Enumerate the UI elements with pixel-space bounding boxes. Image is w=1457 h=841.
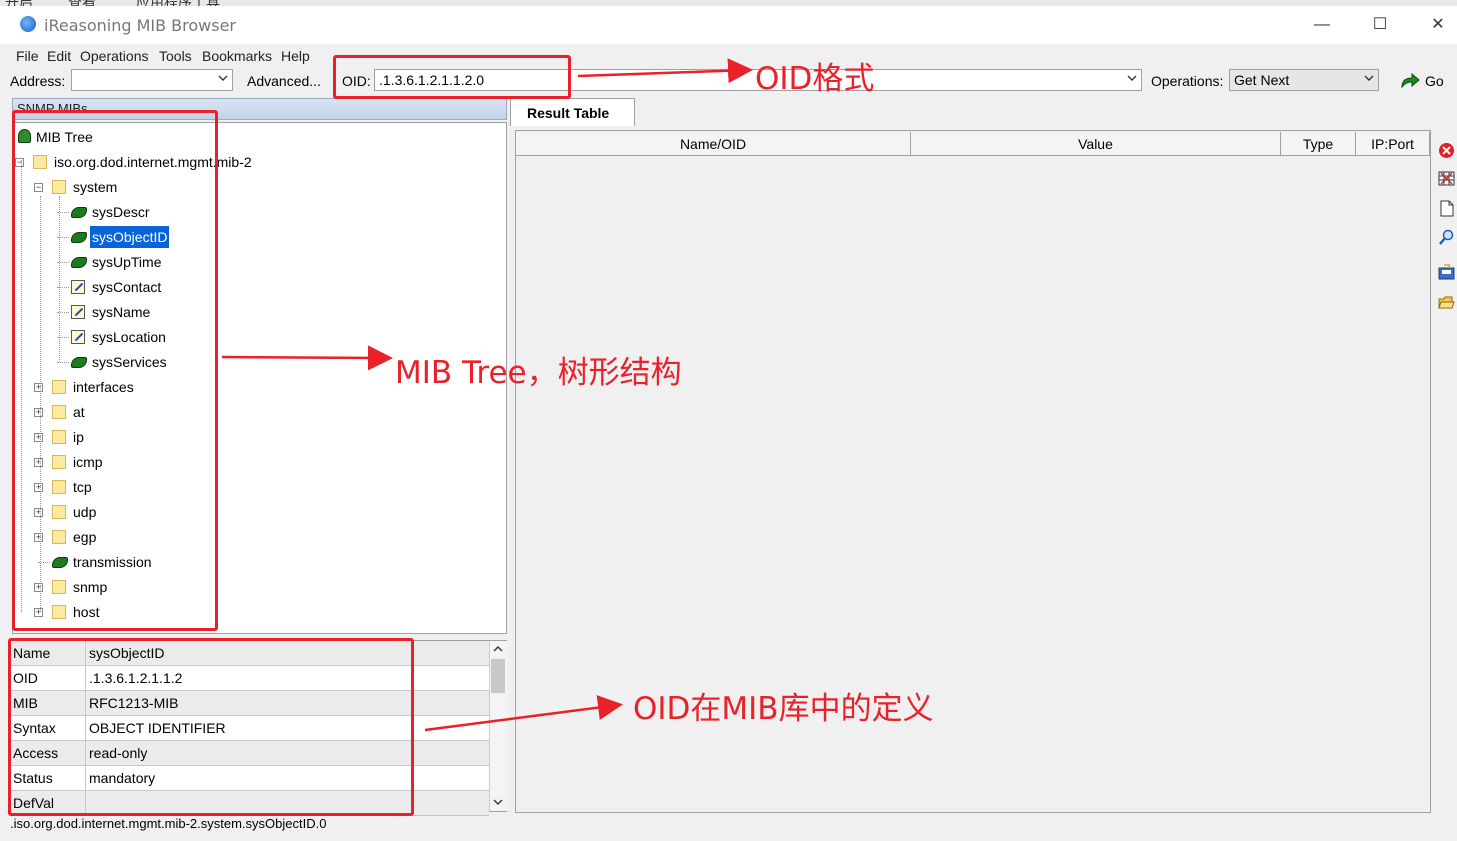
annotation-oid-format: OID格式 — [755, 61, 875, 97]
annotation-mib-tree: MIB Tree，树形结构 — [395, 355, 682, 391]
annotation-oid-definition: OID在MIB库中的定义 — [633, 691, 934, 727]
